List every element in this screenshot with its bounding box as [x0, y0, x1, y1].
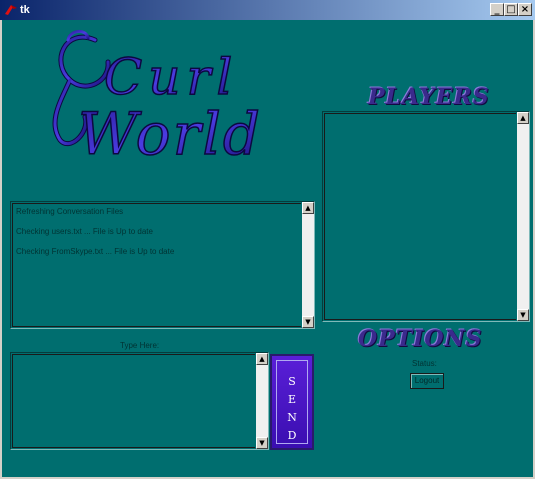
maximize-button[interactable]: □ — [504, 3, 518, 16]
log-line: Checking FromSkype.txt ... File is Up to… — [16, 247, 175, 256]
scroll-down-arrow-icon[interactable]: ▼ — [302, 316, 314, 328]
send-letter: D — [287, 429, 297, 442]
message-input-area[interactable] — [12, 354, 255, 448]
message-input[interactable]: ▲ ▼ — [10, 352, 269, 450]
window-titlebar[interactable]: tk _ □ × — [0, 0, 535, 20]
scroll-up-arrow-icon[interactable]: ▲ — [517, 112, 529, 124]
send-button-frame: S E N D — [276, 360, 308, 444]
options-heading: OPTIONS — [358, 326, 483, 352]
scroll-down-arrow-icon[interactable]: ▼ — [256, 437, 268, 449]
log-line: Refreshing Conversation Files — [16, 207, 124, 216]
send-letter: E — [287, 393, 297, 406]
window-title: tk — [20, 4, 30, 16]
players-list-area — [324, 113, 516, 320]
scroll-up-arrow-icon[interactable]: ▲ — [302, 202, 314, 214]
players-heading: PLAYERS — [368, 84, 490, 110]
players-scrollbar[interactable]: ▲ ▼ — [517, 112, 529, 321]
scroll-up-arrow-icon[interactable]: ▲ — [256, 353, 268, 365]
log-line: Checking users.txt ... File is Up to dat… — [16, 227, 153, 236]
conversation-log-text-area: Refreshing Conversation Files Checking u… — [12, 203, 301, 327]
logout-button[interactable]: Logout — [410, 373, 444, 389]
conversation-log[interactable]: Refreshing Conversation Files Checking u… — [10, 201, 315, 329]
send-button[interactable]: S E N D — [270, 354, 314, 450]
status-label: Status: — [412, 359, 437, 368]
logo-line-1: Curl — [104, 48, 238, 106]
conversation-scrollbar[interactable]: ▲ ▼ — [302, 202, 314, 328]
message-scrollbar[interactable]: ▲ ▼ — [256, 353, 268, 449]
players-list[interactable]: ▲ ▼ — [322, 111, 530, 322]
tk-feather-icon — [4, 4, 18, 16]
send-letter: N — [287, 411, 297, 424]
logo-line-2: World — [78, 100, 262, 168]
send-letter: S — [288, 375, 296, 388]
type-here-label: Type Here: — [120, 341, 160, 350]
curl-world-logo: Curl World — [40, 22, 280, 172]
scroll-down-arrow-icon[interactable]: ▼ — [517, 309, 529, 321]
close-button[interactable]: × — [518, 3, 532, 16]
minimize-button[interactable]: _ — [490, 3, 504, 16]
